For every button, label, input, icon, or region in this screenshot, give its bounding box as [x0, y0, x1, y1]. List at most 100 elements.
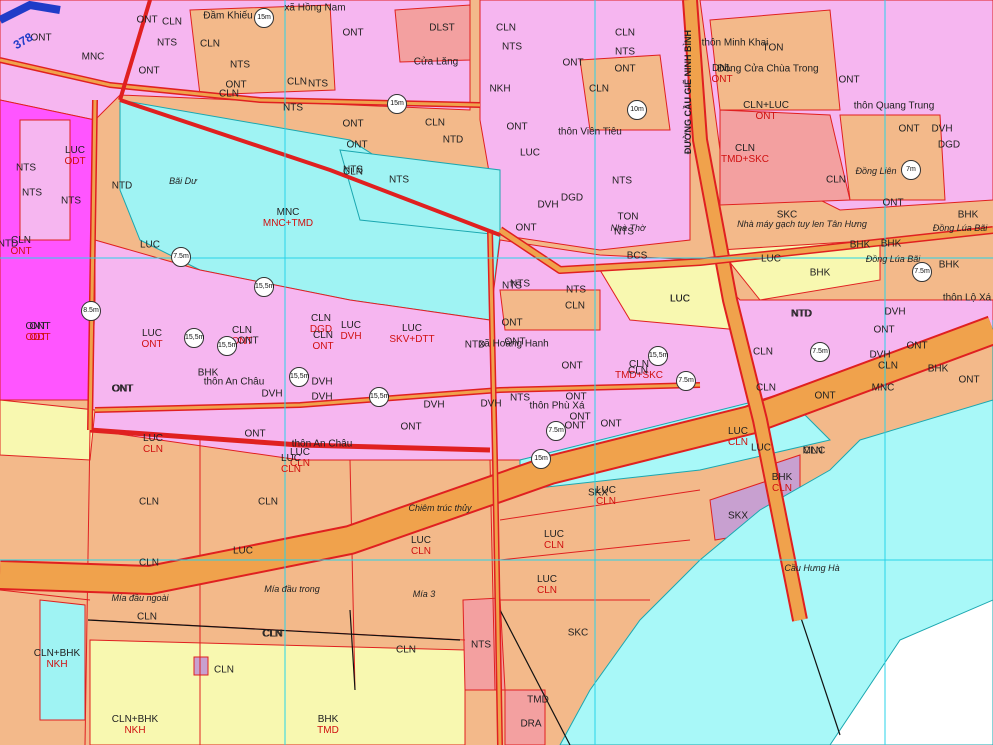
- land-code: LUC: [64, 145, 86, 156]
- land-code-label: DRA: [520, 719, 541, 730]
- land-code: LUC: [232, 545, 254, 557]
- land-code: ONT: [873, 324, 895, 336]
- land-code: NTS: [502, 280, 522, 292]
- land-code: LUC: [536, 574, 558, 585]
- land-code-planned: DVH: [340, 331, 362, 342]
- land-code: NTS: [16, 162, 36, 174]
- land-code-label: DGD: [938, 140, 960, 151]
- land-code-label: BHK: [939, 260, 960, 271]
- land-code: DRA: [520, 718, 542, 730]
- road-width-badge: 15,5m: [289, 367, 309, 387]
- land-code-label: LUC CLN: [537, 574, 557, 596]
- land-code: CLN: [161, 16, 183, 28]
- land-code-label: LUC CLN: [544, 529, 564, 551]
- land-code: ONT: [112, 383, 134, 395]
- land-code: ONT: [958, 374, 980, 386]
- road-width-badge: 7.5m: [546, 421, 566, 441]
- place-name: Bãi Dư: [169, 176, 197, 186]
- land-code-label: NTS: [502, 281, 522, 292]
- land-code-label: CLN: [615, 28, 635, 39]
- land-code-label: BHK: [850, 240, 871, 251]
- land-code-label: LUC ODT: [64, 145, 85, 167]
- road-width-badge: 7m: [901, 160, 921, 180]
- land-code-label: ONT: [838, 75, 859, 86]
- road-width-badge: 15m: [531, 449, 551, 469]
- land-code-label: SKX: [728, 511, 748, 522]
- land-code-planned: ONT: [312, 341, 334, 352]
- place-name: thôn An Châu: [291, 438, 353, 450]
- land-code-label: LUC CLN: [281, 453, 301, 475]
- land-code-label: NTS: [502, 42, 522, 53]
- land-code-label: ONT: [342, 28, 363, 39]
- land-code: ONT: [342, 118, 364, 130]
- land-code: DVH: [884, 306, 906, 318]
- land-code: SKX: [727, 510, 749, 522]
- land-code: NTD: [790, 308, 812, 320]
- land-code-label: DVH: [537, 200, 558, 211]
- land-code: ONT: [346, 139, 368, 151]
- land-code-label: TON: [618, 212, 639, 223]
- land-code: CLN: [495, 22, 517, 34]
- map-canvas[interactable]: [0, 0, 993, 745]
- land-code-label: DVH: [311, 392, 332, 403]
- land-code: NTD: [442, 134, 464, 146]
- land-code: ONT: [564, 420, 586, 432]
- land-code-label: CLN: [589, 84, 609, 95]
- land-code: DVH: [423, 399, 445, 411]
- land-code: CLN: [424, 117, 446, 129]
- land-code: CLN: [877, 360, 899, 372]
- place-name: Mía 3: [412, 589, 436, 599]
- land-code: SKC: [567, 627, 589, 639]
- land-code: TON: [617, 211, 639, 223]
- land-code: NKH: [489, 83, 511, 95]
- land-code-label: ONT: [346, 140, 367, 151]
- land-code-label: CLN+LUC ONT: [743, 100, 789, 122]
- road-width-badge: 7.5m: [810, 342, 830, 362]
- land-code-label: NTS: [308, 79, 328, 90]
- land-code-planned: MNC+TMD: [262, 218, 314, 229]
- land-code-label: ONT: [814, 391, 835, 402]
- land-code-label: CLN: [139, 558, 159, 569]
- land-code: DVH: [311, 376, 333, 388]
- land-code: SKX: [587, 487, 609, 499]
- land-code: CLN: [614, 27, 636, 39]
- land-code-label: DVH: [869, 350, 890, 361]
- land-code: CLN: [755, 382, 777, 394]
- land-code-planned: ONT: [755, 111, 777, 122]
- road-width-badge: 15m: [254, 8, 274, 28]
- land-code-label: DGD: [561, 193, 583, 204]
- land-code-planned: ONT: [141, 339, 163, 350]
- place-name: xã Hoàng Hanh: [479, 338, 549, 350]
- land-code: LUC: [410, 535, 432, 546]
- land-code-label: CLN: [753, 347, 773, 358]
- land-code: NTS: [389, 174, 409, 186]
- place-name: thôn Quang Trung: [853, 100, 935, 112]
- land-code: ONT: [614, 63, 636, 75]
- land-use-map[interactable]: CLN ONT NTS DLST CLN NTS CLN NTS ONT ONT ONT NTS ONT…: [0, 0, 993, 745]
- land-code-label: DLST: [429, 23, 455, 34]
- parcel-cln-3: [839, 114, 946, 201]
- place-name: xã Hồng Nam: [284, 2, 346, 14]
- land-code: LUC: [280, 453, 302, 464]
- land-code-label: ONT: [958, 375, 979, 386]
- land-code: CLN: [138, 557, 160, 569]
- road-width-badge: 15,5m: [217, 336, 237, 356]
- land-code: BHK: [880, 238, 902, 250]
- land-code-label: ONT: [237, 336, 258, 347]
- land-code-label: NTD: [443, 135, 464, 146]
- place-name: thôn Phù Xá: [529, 400, 585, 412]
- land-code: CLN: [10, 235, 32, 246]
- land-code-label: CLN: [287, 77, 307, 88]
- land-code: CLN: [734, 143, 755, 154]
- land-code: ONT: [138, 65, 160, 77]
- land-code-label: BHK TMD: [317, 714, 339, 736]
- parcel-dra: [193, 656, 209, 676]
- land-code: CLN: [564, 300, 586, 312]
- place-name: Chiêm trúc thủy: [408, 503, 472, 513]
- land-code: NTS: [615, 46, 635, 58]
- land-code-planned: CLN: [727, 437, 749, 448]
- land-code-planned: ONT: [10, 246, 32, 257]
- land-code-label: ONT: [873, 325, 894, 336]
- land-code: NTS: [471, 639, 491, 651]
- road-width-badge: 7.5m: [912, 262, 932, 282]
